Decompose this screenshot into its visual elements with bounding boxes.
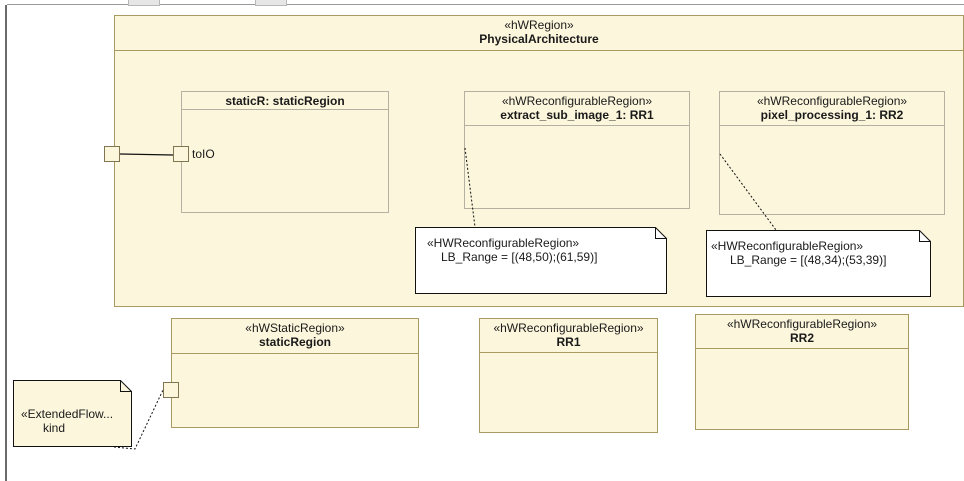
region-divider xyxy=(115,50,963,51)
rr2-note-value: LB_Range = [(48,34);(53,39)] xyxy=(730,253,887,267)
rr1-constraint-note[interactable]: «HWReconfigurableRegion» LB_Range = [(48… xyxy=(415,227,667,294)
rr2-part[interactable]: «hWReconfigurableRegion» pixel_processin… xyxy=(719,91,945,215)
boundary-port[interactable] xyxy=(104,146,120,162)
rr2-block-name: RR2 xyxy=(789,331,814,345)
region-stereotype: «hWRegion» xyxy=(504,18,574,32)
rr1-block[interactable]: «hWReconfigurableRegion» RR1 xyxy=(479,318,658,433)
toio-port-label: toIO xyxy=(192,147,215,161)
rr1-block-name: RR1 xyxy=(556,335,581,349)
rr2-part-name: pixel_processing_1: RR2 xyxy=(760,108,904,122)
toio-port[interactable] xyxy=(173,146,189,162)
part-divider xyxy=(182,109,388,110)
rr1-part[interactable]: «hWReconfigurableRegion» extract_sub_ima… xyxy=(464,91,690,209)
rr2-constraint-note[interactable]: «HWReconfigurableRegion» LB_Range = [(48… xyxy=(706,230,931,297)
diagram-canvas: «hWRegion» PhysicalArchitecture staticR:… xyxy=(0,0,964,481)
rr1-block-stereotype: «hWReconfigurableRegion» xyxy=(493,321,644,335)
rr2-block-stereotype: «hWReconfigurableRegion» xyxy=(726,317,878,331)
static-block-name: staticRegion xyxy=(258,335,331,349)
region-header: «hWRegion» PhysicalArchitecture xyxy=(115,18,963,46)
block-header: «hWReconfigurableRegion» RR2 xyxy=(696,317,908,345)
window-left-edge xyxy=(5,5,7,481)
rr1-part-name: extract_sub_image_1: RR1 xyxy=(500,108,654,122)
rr1-note-value: LB_Range = [(48,50);(61,59)] xyxy=(441,250,598,264)
rr1-note-stereotype: «HWReconfigurableRegion» xyxy=(427,236,580,250)
block-header: «hWStaticRegion» staticRegion xyxy=(172,321,418,349)
block-divider xyxy=(696,348,908,349)
part-divider xyxy=(465,125,689,126)
static-region-block[interactable]: «hWStaticRegion» staticRegion xyxy=(171,318,419,428)
static-part-name: staticR: staticRegion xyxy=(225,94,345,108)
window-tab[interactable] xyxy=(128,0,160,6)
block-divider xyxy=(480,352,657,353)
block-divider xyxy=(172,353,418,354)
flow-note-value: kind xyxy=(43,421,66,435)
rr2-part-stereotype: «hWReconfigurableRegion» xyxy=(756,94,908,108)
rr2-block[interactable]: «hWReconfigurableRegion» RR2 xyxy=(695,314,909,430)
extended-flow-note[interactable]: «ExtendedFlow... kind xyxy=(13,380,132,447)
region-name: PhysicalArchitecture xyxy=(479,32,599,46)
rr2-note-stereotype: «HWReconfigurableRegion» xyxy=(711,239,864,253)
rr1-part-stereotype: «hWReconfigurableRegion» xyxy=(501,94,653,108)
part-header: «hWReconfigurableRegion» extract_sub_ima… xyxy=(465,94,689,122)
part-divider xyxy=(720,125,944,126)
block-header: «hWReconfigurableRegion» RR1 xyxy=(480,321,657,349)
part-header: «hWReconfigurableRegion» pixel_processin… xyxy=(720,94,944,122)
flow-note-stereotype: «ExtendedFlow... xyxy=(21,407,114,421)
part-header: staticR: staticRegion xyxy=(182,94,388,108)
window-tab[interactable] xyxy=(255,0,287,6)
static-block-stereotype: «hWStaticRegion» xyxy=(245,321,345,335)
static-block-port[interactable] xyxy=(163,382,179,398)
